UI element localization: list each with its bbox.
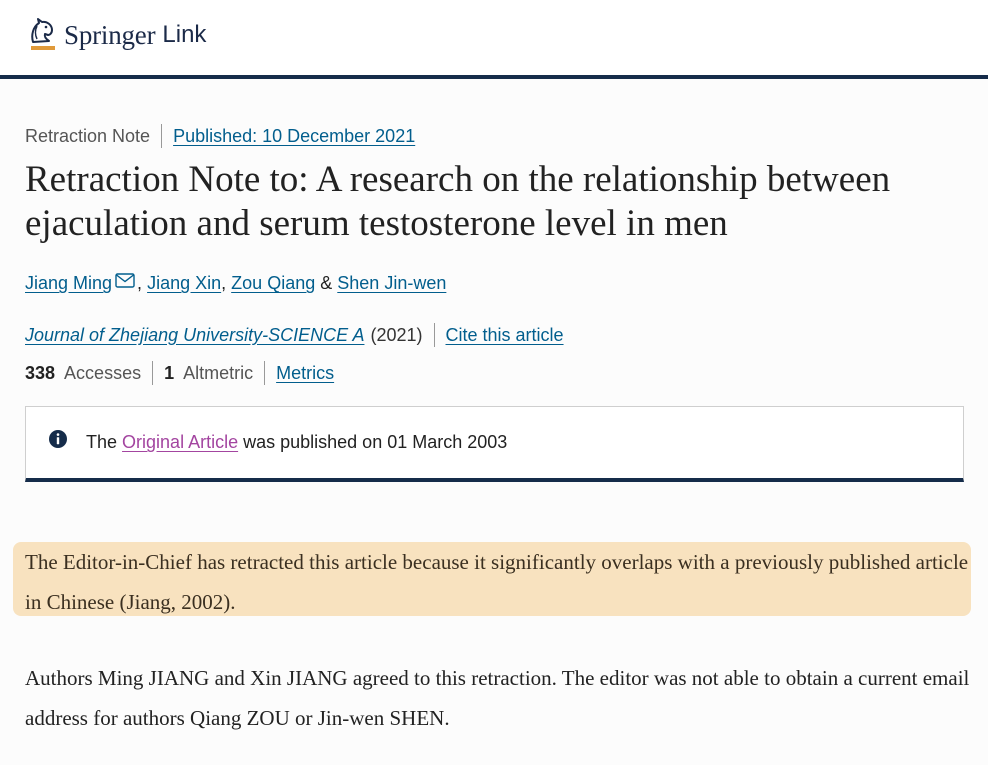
springer-horse-icon xyxy=(31,18,55,50)
altmetric-label: Altmetric xyxy=(183,362,254,383)
author-separator: , xyxy=(137,273,143,293)
retraction-agreement: Authors Ming JIANG and Xin JIANG agreed … xyxy=(25,666,970,730)
author-link[interactable]: Shen Jin-wen xyxy=(337,273,446,294)
article-meta: Retraction Note Published: 10 December 2… xyxy=(25,124,415,148)
journal-link[interactable]: Journal of Zhejiang University-SCIENCE A xyxy=(25,325,364,346)
article-title: Retraction Note to: A research on the re… xyxy=(25,159,891,244)
original-article-link[interactable]: Original Article xyxy=(122,432,238,452)
accesses-label: Accesses xyxy=(64,362,142,383)
author-link[interactable]: Zou Qiang xyxy=(231,273,315,294)
brand-suffix: Link xyxy=(162,21,207,48)
mail-icon[interactable] xyxy=(115,273,135,288)
notice-prefix: The xyxy=(86,432,118,452)
published-date-link[interactable]: Published: 10 December 2021 xyxy=(173,126,415,147)
author-list: Jiang Ming , Jiang Xin , Zou Qiang & She… xyxy=(25,273,446,294)
springer-link-logo[interactable]: Springer Link xyxy=(26,16,206,54)
divider xyxy=(433,323,435,347)
divider xyxy=(264,361,266,385)
author-ampersand: & xyxy=(320,273,333,293)
metrics-link[interactable]: Metrics xyxy=(276,363,334,384)
divider xyxy=(161,124,163,148)
article-type: Retraction Note xyxy=(25,125,151,146)
notice-text: The Original Article was published on 01… xyxy=(86,432,507,453)
divider xyxy=(152,361,154,385)
accesses-count: 338 xyxy=(25,362,56,383)
journal-year: (2021) xyxy=(370,324,423,345)
notice-suffix: was published on 01 March 2003 xyxy=(243,432,508,452)
retraction-reason: The Editor-in-Chief has retracted this a… xyxy=(25,550,969,614)
journal-info: Journal of Zhejiang University-SCIENCE A… xyxy=(25,323,564,347)
cite-article-link[interactable]: Cite this article xyxy=(446,325,564,346)
info-icon xyxy=(49,430,67,448)
author-separator: , xyxy=(221,273,227,293)
article-metrics: 338 Accesses 1 Altmetric Metrics xyxy=(25,361,334,385)
author-link[interactable]: Jiang Xin xyxy=(147,273,221,294)
site-header: Springer Link xyxy=(0,0,988,79)
original-article-notice: The Original Article was published on 01… xyxy=(25,406,964,482)
altmetric-count: 1 xyxy=(164,362,175,383)
brand-name: Springer xyxy=(64,19,156,50)
author-link[interactable]: Jiang Ming xyxy=(25,273,112,294)
